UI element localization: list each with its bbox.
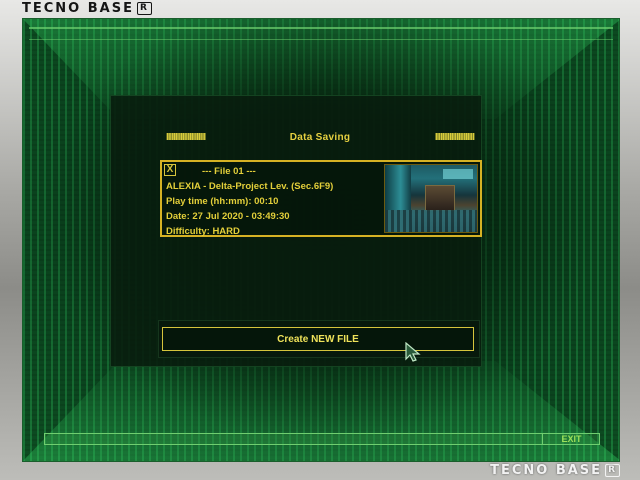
create-new-file-button[interactable]: Create NEW FILE [162, 327, 474, 351]
save-title-row: IIIIIIIIIIIIIIIIIIIIII Data Saving IIIII… [166, 130, 475, 144]
slot-info: --- File 01 --- ALEXIA - Delta-Project L… [166, 164, 378, 239]
registered-mark: R [136, 2, 152, 15]
bottom-status-bar [44, 433, 600, 445]
thumbnail-corridor [425, 185, 455, 211]
brand-logo-top: TECNO BASE R [22, 1, 152, 16]
thumbnail-floor [385, 210, 477, 232]
top-rule [29, 27, 613, 29]
slot-play-time: Play time (hh:mm): 00:10 [166, 196, 279, 207]
save-slot-file-01[interactable]: X --- File 01 --- ALEXIA - Delta-Project… [160, 160, 482, 237]
title-bars-left: IIIIIIIIIIIIIIIIIIIIII [166, 131, 206, 143]
slot-thumbnail [384, 164, 478, 233]
page-title: Data Saving [289, 131, 351, 143]
slot-header: --- File 01 --- [202, 166, 256, 177]
exit-button[interactable]: EXIT [542, 433, 600, 445]
brand-logo-top-text: TECNO BASE [22, 1, 134, 16]
arrow-cursor-icon [405, 342, 421, 362]
title-bars-right: IIIIIIIIIIIIIIIIIIIIII [434, 131, 475, 143]
registered-mark-bottom: R [605, 464, 620, 477]
brand-logo-bottom-text: TECNO BASE [490, 463, 603, 478]
slot-difficulty: Difficulty: HARD [166, 226, 240, 237]
brand-logo-bottom: TECNO BASE R [490, 463, 620, 478]
slot-date: Date: 27 Jul 2020 - 03:49:30 [166, 211, 290, 222]
top-rule-secondary [29, 39, 613, 40]
thumbnail-light [443, 169, 473, 179]
slot-character-line: ALEXIA - Delta-Project Lev. (Sec.6F9) [166, 181, 334, 192]
